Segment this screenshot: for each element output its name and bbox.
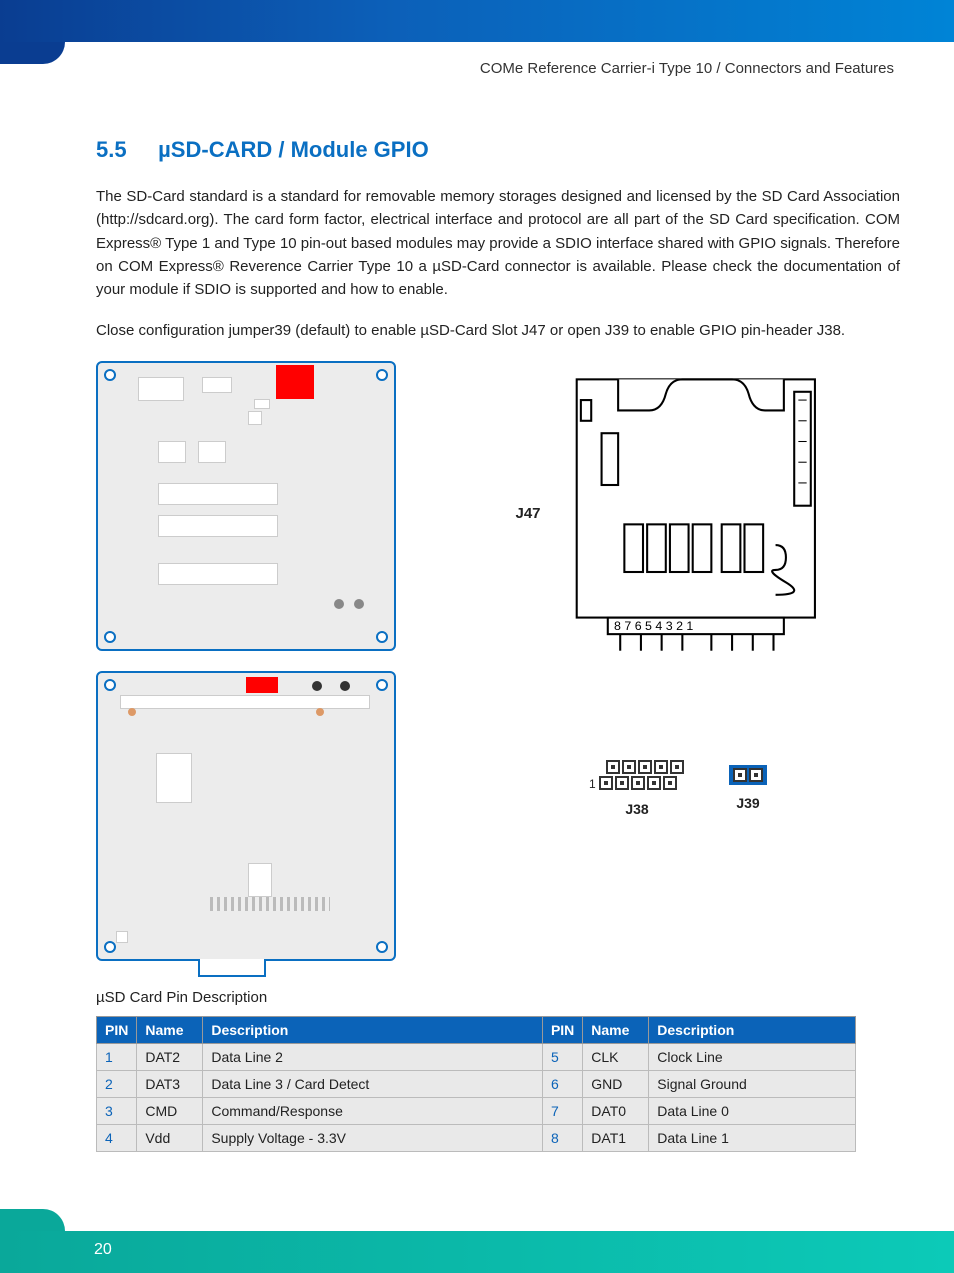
j38-label: J38	[625, 801, 648, 817]
j47-label: J47	[515, 505, 540, 522]
paragraph-2: Close configuration jumper39 (default) t…	[96, 319, 900, 342]
page-content: 5.5 µSD-CARD / Module GPIO The SD-Card s…	[0, 77, 954, 1152]
section-heading: 5.5 µSD-CARD / Module GPIO	[96, 137, 900, 163]
cell-desc: Signal Ground	[649, 1070, 856, 1097]
j38-header: 1 J38	[589, 759, 685, 817]
table-row: 4VddSupply Voltage - 3.3V8DAT1Data Line …	[97, 1124, 856, 1151]
j38-pin1-marker: 1	[589, 777, 596, 791]
section-title: µSD-CARD / Module GPIO	[158, 137, 429, 162]
table-row: 1DAT2Data Line 25CLKClock Line	[97, 1043, 856, 1070]
carrier-board-bottom-diagram	[96, 671, 396, 961]
cell-name: Vdd	[137, 1124, 203, 1151]
th-pin: PIN	[97, 1016, 137, 1043]
cell-pin: 1	[97, 1043, 137, 1070]
cell-desc: Command/Response	[203, 1097, 543, 1124]
cell-pin: 7	[542, 1097, 582, 1124]
cell-name: DAT2	[137, 1043, 203, 1070]
highlight-jumper-area	[246, 677, 278, 693]
header-band	[0, 0, 954, 42]
cell-name: DAT0	[583, 1097, 649, 1124]
sd-connector-block: J47	[515, 369, 840, 659]
cell-pin: 2	[97, 1070, 137, 1097]
page-number: 20	[94, 1241, 112, 1259]
table-row: 2DAT3Data Line 3 / Card Detect6GNDSignal…	[97, 1070, 856, 1097]
jumper-header-block: 1 J38 J39	[589, 759, 767, 817]
cell-name: GND	[583, 1070, 649, 1097]
table-row: 3CMDCommand/Response7DAT0Data Line 0	[97, 1097, 856, 1124]
cell-name: CLK	[583, 1043, 649, 1070]
j39-jumper: J39	[729, 765, 767, 811]
th-pin: PIN	[542, 1016, 582, 1043]
cell-desc: Data Line 1	[649, 1124, 856, 1151]
carrier-board-top-diagram	[96, 361, 396, 651]
footer-band: 20	[0, 1231, 954, 1273]
cell-name: CMD	[137, 1097, 203, 1124]
cell-name: DAT3	[137, 1070, 203, 1097]
cell-name: DAT1	[583, 1124, 649, 1151]
cell-pin: 5	[542, 1043, 582, 1070]
th-desc: Description	[203, 1016, 543, 1043]
sd-pin-numbers: 8 7 6 5 4 3 2 1	[614, 619, 693, 633]
table-caption: µSD Card Pin Description	[96, 989, 900, 1006]
cell-desc: Supply Voltage - 3.3V	[203, 1124, 543, 1151]
th-name: Name	[137, 1016, 203, 1043]
cell-desc: Clock Line	[649, 1043, 856, 1070]
cell-pin: 8	[542, 1124, 582, 1151]
cell-desc: Data Line 2	[203, 1043, 543, 1070]
section-number: 5.5	[96, 137, 152, 163]
cell-desc: Data Line 3 / Card Detect	[203, 1070, 543, 1097]
th-name: Name	[583, 1016, 649, 1043]
cell-pin: 6	[542, 1070, 582, 1097]
cell-desc: Data Line 0	[649, 1097, 856, 1124]
breadcrumb: COMe Reference Carrier-i Type 10 / Conne…	[0, 42, 954, 77]
highlight-sd-slot	[276, 365, 314, 399]
th-desc: Description	[649, 1016, 856, 1043]
paragraph-1: The SD-Card standard is a standard for r…	[96, 185, 900, 301]
j39-label: J39	[736, 795, 759, 811]
sd-connector-drawing: 8 7 6 5 4 3 2 1	[561, 369, 841, 659]
cell-pin: 4	[97, 1124, 137, 1151]
diagram-row: J47	[96, 361, 900, 961]
cell-pin: 3	[97, 1097, 137, 1124]
pin-description-table: PIN Name Description PIN Name Descriptio…	[96, 1016, 856, 1152]
